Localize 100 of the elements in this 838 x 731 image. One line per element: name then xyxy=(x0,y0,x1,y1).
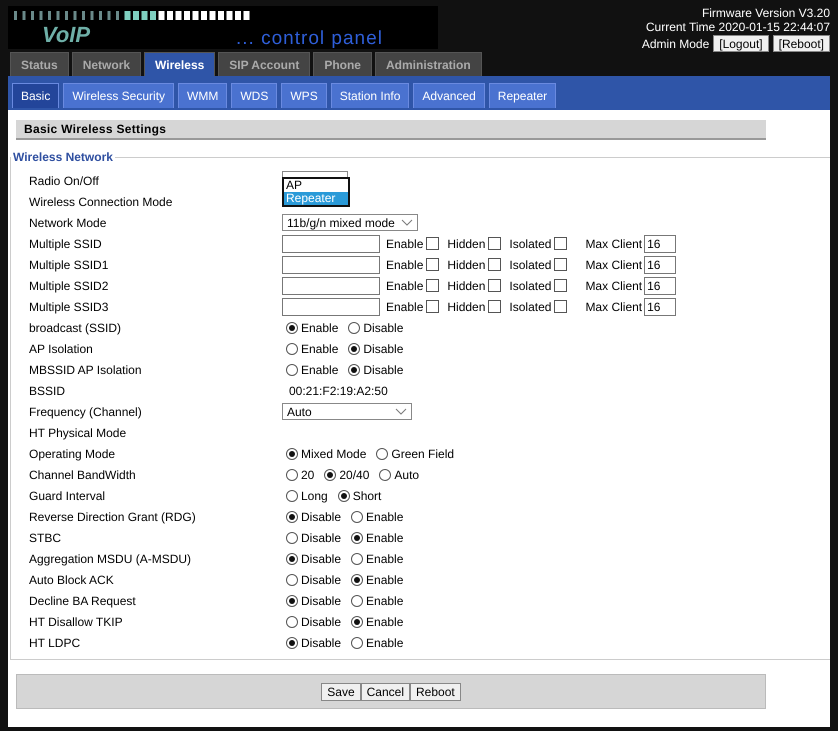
field-label: Channel BandWidth xyxy=(29,468,137,482)
field-label: Multiple SSID xyxy=(29,236,103,250)
sub-tab[interactable]: WPS xyxy=(281,83,327,108)
radio-label: Enable xyxy=(366,614,404,628)
checkbox-label: Hidden xyxy=(447,236,486,250)
radio-label: Enable xyxy=(366,636,404,650)
field-label: Multiple SSID2 xyxy=(29,278,110,292)
sub-tab[interactable]: Advanced xyxy=(413,83,485,108)
admin-mode-label: Admin Mode xyxy=(642,36,710,50)
radio-label: Disable xyxy=(301,636,342,650)
main-tab[interactable]: SIP Account xyxy=(218,52,310,76)
max-client-label: Max Client xyxy=(585,258,642,272)
radio-label: Disable xyxy=(301,530,342,544)
radio-label: Auto xyxy=(394,468,420,482)
sub-tab[interactable]: Basic xyxy=(12,83,60,108)
field-label: HT Physical Mode xyxy=(29,426,128,440)
max-client-input[interactable]: 16 xyxy=(644,276,676,294)
field-label: Auto Block ACK xyxy=(29,572,115,586)
radio-label: Disable xyxy=(301,594,342,608)
checkbox-label: Isolated xyxy=(509,300,552,314)
main-tab[interactable]: Phone xyxy=(313,52,372,76)
field-label: Wireless Connection Mode xyxy=(29,194,174,208)
field-label: MBSSID AP Isolation xyxy=(29,362,142,376)
field-label: Decline BA Request xyxy=(29,594,137,608)
field-label: HT Disallow TKIP xyxy=(29,614,124,628)
field-label: Guard Interval xyxy=(29,488,106,502)
select-field[interactable]: 11b/g/n mixed mode xyxy=(282,214,418,231)
checkbox-label: Hidden xyxy=(447,278,486,292)
max-client-input[interactable]: 16 xyxy=(644,234,676,252)
radio-label: Enable xyxy=(301,320,338,334)
max-client-label: Max Client xyxy=(585,278,642,292)
radio-label: Enable xyxy=(301,362,338,376)
radio-label: Disable xyxy=(363,362,404,376)
field-label: Operating Mode xyxy=(29,446,116,460)
radio-label: Short xyxy=(352,488,382,502)
checkbox-label: Isolated xyxy=(509,278,552,292)
radio-label: Disable xyxy=(301,552,342,566)
sub-tab[interactable]: Station Info xyxy=(330,83,410,108)
sub-tab[interactable]: WMM xyxy=(178,83,228,108)
max-client-input[interactable]: 16 xyxy=(644,298,676,316)
header-button[interactable]: [Reboot] xyxy=(772,35,830,52)
select-field[interactable]: Auto xyxy=(282,403,412,420)
main-tab[interactable]: Status xyxy=(10,52,69,76)
radio-label: 20/40 xyxy=(339,468,370,482)
form-button[interactable]: Reboot xyxy=(410,682,461,700)
field-label: broadcast (SSID) xyxy=(29,320,122,334)
form-button[interactable]: Save xyxy=(321,682,361,700)
checkbox-label: Isolated xyxy=(509,236,552,250)
logo-title: VoIP xyxy=(42,22,90,48)
field-label: Aggregation MSDU (A-MSDU) xyxy=(29,552,192,566)
checkbox-label: Isolated xyxy=(509,258,552,272)
radio-label: Enable xyxy=(366,530,404,544)
current-time: Current Time 2020-01-15 22:44:07 xyxy=(646,20,830,34)
main-tab[interactable]: Network xyxy=(72,52,142,76)
radio-label: Mixed Mode xyxy=(301,446,366,460)
field-label: Network Mode xyxy=(29,216,108,230)
section-title: Basic Wireless Settings xyxy=(16,120,766,140)
checkbox-label: Hidden xyxy=(447,258,486,272)
radio-label: Disable xyxy=(363,320,404,334)
checkbox-label: Enable xyxy=(386,236,424,250)
radio-label: Disable xyxy=(301,614,342,628)
main-tab[interactable]: Administration xyxy=(374,52,482,76)
field-label: Multiple SSID3 xyxy=(29,300,110,314)
checkbox-label: Enable xyxy=(386,258,424,272)
field-label: Frequency (Channel) xyxy=(29,404,143,418)
field-label: Reverse Direction Grant (RDG) xyxy=(29,510,197,524)
bssid-value: 00:21:F2:19:A2:50 xyxy=(289,384,388,398)
radio-label: Disable xyxy=(301,572,342,586)
sub-tab[interactable]: Repeater xyxy=(488,83,556,108)
radio-label: Enable xyxy=(366,552,404,566)
field-label: BSSID xyxy=(29,384,66,398)
field-label: STBC xyxy=(29,530,62,544)
sub-tab[interactable]: Wireless Security xyxy=(63,83,174,108)
logo-subtitle: ... control panel xyxy=(236,28,383,50)
field-label: Multiple SSID1 xyxy=(29,258,110,272)
radio-label: Enable xyxy=(366,594,404,608)
checkbox-label: Enable xyxy=(386,278,424,292)
radio-label: Enable xyxy=(366,572,404,586)
main-tab[interactable]: Wireless xyxy=(144,52,216,76)
max-client-label: Max Client xyxy=(585,300,642,314)
firmware-version: Firmware Version V3.20 xyxy=(702,6,830,20)
form-button[interactable]: Cancel xyxy=(360,682,410,700)
field-label: HT LDPC xyxy=(29,636,82,650)
checkbox-label: Hidden xyxy=(447,300,486,314)
sub-tab[interactable]: WDS xyxy=(231,83,278,108)
radio-label: Long xyxy=(301,488,328,502)
header-button[interactable]: [Logout] xyxy=(713,35,769,52)
radio-label: Enable xyxy=(301,342,338,356)
field-label: AP Isolation xyxy=(29,342,94,356)
radio-label: Disable xyxy=(363,342,404,356)
radio-label: Green Field xyxy=(391,446,454,460)
max-client-label: Max Client xyxy=(585,236,642,250)
max-client-input[interactable]: 16 xyxy=(644,256,676,274)
checkbox-label: Enable xyxy=(386,300,424,314)
radio-label: Enable xyxy=(366,510,404,524)
fieldset-legend: Wireless Network xyxy=(11,150,115,164)
field-label: Radio On/Off xyxy=(29,174,100,188)
radio-label: 20 xyxy=(301,468,314,482)
dropdown-option[interactable]: AP xyxy=(284,178,348,192)
radio-label: Disable xyxy=(301,510,342,524)
